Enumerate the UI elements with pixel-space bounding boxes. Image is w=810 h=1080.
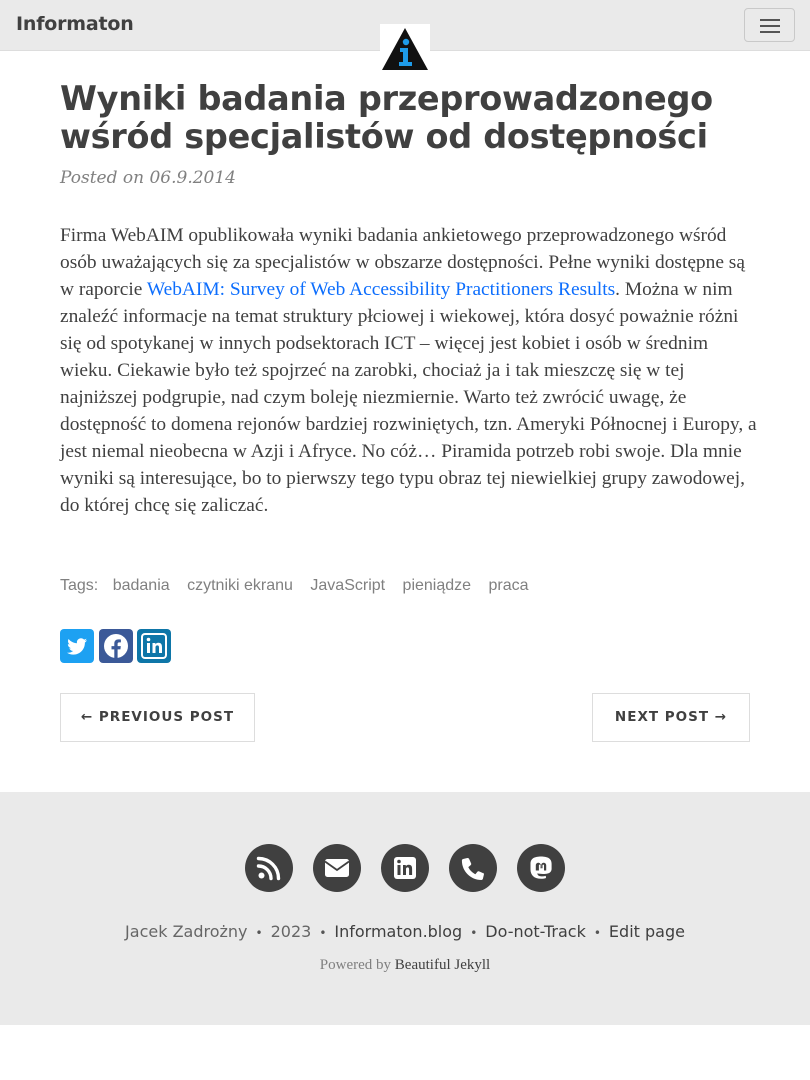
information-logo-icon: [382, 28, 428, 70]
phone-icon: [461, 857, 484, 880]
separator-dot: •: [593, 926, 601, 940]
rss-link[interactable]: [245, 844, 293, 892]
footer-site-link[interactable]: Informaton.blog: [334, 922, 462, 941]
separator-dot: •: [319, 926, 327, 940]
footer-info: Jacek Zadrożny • 2023 • Informaton.blog • Do-n…: [0, 922, 810, 941]
tag-link[interactable]: JavaScript: [310, 577, 385, 594]
mastodon-link[interactable]: [517, 844, 565, 892]
envelope-icon: [324, 859, 350, 877]
tag-link[interactable]: praca: [489, 577, 529, 594]
facebook-icon: [104, 634, 128, 658]
hamburger-bar: [760, 25, 780, 27]
post-title-line: Wyniki badania przeprowadzonego: [60, 79, 713, 118]
separator-dot: •: [255, 926, 263, 940]
beautiful-jekyll-link[interactable]: Beautiful Jekyll: [395, 957, 490, 973]
twitter-icon: [67, 638, 87, 655]
menu-toggle-button[interactable]: [744, 8, 795, 42]
post-date: Posted on 06.9.2014: [60, 168, 236, 188]
tags-list: Tags: badania czytniki ekranu JavaScript…: [60, 577, 532, 595]
avatar[interactable]: [380, 24, 430, 71]
footer-dnt-link[interactable]: Do-not-Track: [485, 922, 586, 941]
powered-by-prefix: Powered by: [319, 957, 392, 973]
email-link[interactable]: [313, 844, 361, 892]
share-linkedin-button[interactable]: [137, 629, 171, 663]
hamburger-menu-icon: [760, 19, 780, 21]
hamburger-bar: [760, 31, 780, 33]
separator-dot: •: [470, 926, 478, 940]
next-post-button[interactable]: NEXT POST →: [592, 693, 750, 742]
post-title-line: wśród specjalistów od dostępności: [60, 117, 708, 156]
powered-by: Powered by Beautiful Jekyll: [0, 957, 810, 974]
linkedin-link[interactable]: [381, 844, 429, 892]
footer-author: Jacek Zadrożny: [125, 922, 248, 941]
tag-link[interactable]: pieniądze: [403, 577, 472, 594]
footer-edit-link[interactable]: Edit page: [609, 922, 685, 941]
tags-label: Tags:: [60, 577, 99, 594]
footer-year: 2023: [270, 922, 312, 941]
share-twitter-button[interactable]: [60, 629, 94, 663]
previous-post-button[interactable]: ← PREVIOUS POST: [60, 693, 255, 742]
post-body: Firma WebAIM opublikowała wyniki badania…: [60, 222, 760, 519]
phone-link[interactable]: [449, 844, 497, 892]
rss-icon: [256, 856, 281, 881]
body-text-after-link: . Można w nim znaleźć informacje na tema…: [60, 279, 757, 516]
report-link[interactable]: WebAIM: Survey of Web Accessibility Prac…: [147, 279, 615, 300]
tag-link[interactable]: czytniki ekranu: [187, 577, 293, 594]
tag-link[interactable]: badania: [113, 577, 170, 594]
share-facebook-button[interactable]: [99, 629, 133, 663]
linkedin-icon: [141, 633, 167, 659]
linkedin-icon: [394, 857, 416, 879]
post-title: Wyniki badania przeprowadzonego wśród sp…: [60, 80, 760, 156]
mastodon-icon: [530, 856, 552, 879]
footer: Jacek Zadrożny • 2023 • Informaton.blog • Do-n…: [0, 792, 810, 1025]
site-brand[interactable]: Informaton: [16, 13, 134, 35]
